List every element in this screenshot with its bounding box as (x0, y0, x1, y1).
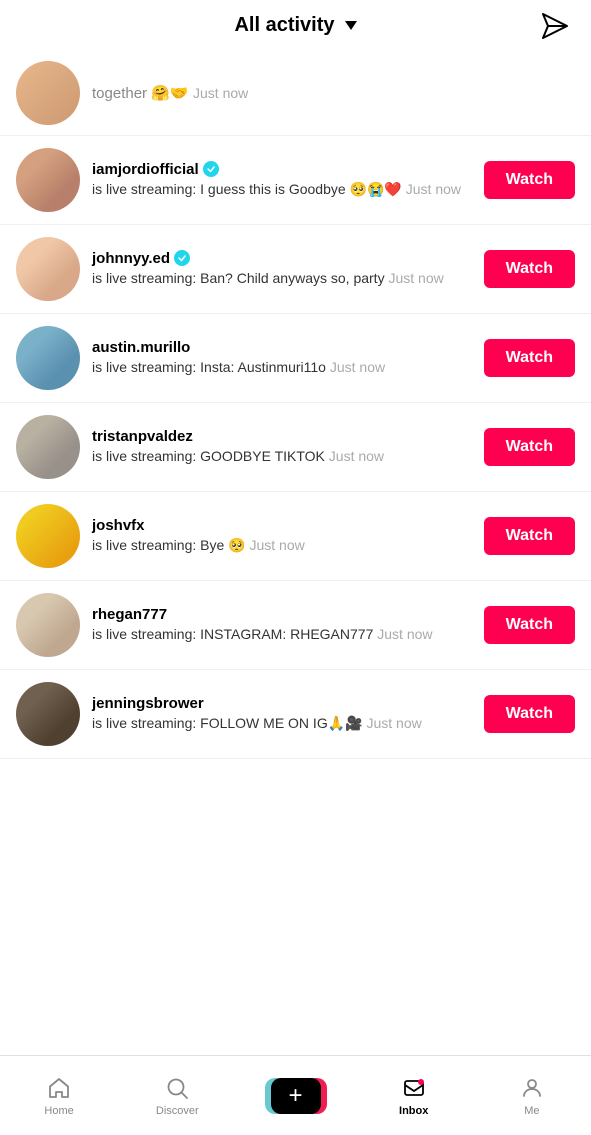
watch-button[interactable]: Watch (484, 695, 575, 733)
item-content: joshvfx is live streaming: Bye 🥺 Just no… (92, 517, 472, 556)
nav-discover-label: Discover (156, 1105, 199, 1117)
list-item: iamjordiofficial is live streaming: I gu… (0, 136, 591, 225)
timestamp: Just now (377, 626, 432, 642)
partial-timestamp: Just now (193, 85, 248, 101)
send-button[interactable] (539, 10, 571, 42)
nav-discover[interactable]: Discover (118, 1075, 236, 1117)
username: rhegan777 (92, 606, 472, 623)
header-title-text: All activity (234, 14, 334, 37)
plus-icon: + (288, 1084, 302, 1108)
plus-button-outer: + (271, 1078, 321, 1114)
item-content: iamjordiofficial is live streaming: I gu… (92, 161, 472, 200)
avatar (16, 415, 80, 479)
timestamp: Just now (329, 448, 384, 464)
header: All activity (0, 0, 591, 51)
list-item: rhegan777 is live streaming: INSTAGRAM: … (0, 581, 591, 670)
username: jenningsbrower (92, 695, 472, 712)
bottom-nav: Home Discover + Inbox (0, 1055, 591, 1135)
avatar (16, 326, 80, 390)
watch-button[interactable]: Watch (484, 428, 575, 466)
items-container: iamjordiofficial is live streaming: I gu… (0, 136, 591, 759)
timestamp: Just now (330, 359, 385, 375)
nav-home-label: Home (44, 1105, 73, 1117)
nav-me[interactable]: Me (473, 1075, 591, 1117)
avatar (16, 593, 80, 657)
item-description: is live streaming: INSTAGRAM: RHEGAN777 … (92, 625, 472, 645)
username: iamjordiofficial (92, 161, 472, 178)
item-content: johnnyy.ed is live streaming: Ban? Child… (92, 250, 472, 289)
avatar (16, 682, 80, 746)
username: tristanpvaldez (92, 428, 472, 445)
item-description: is live streaming: Ban? Child anyways so… (92, 269, 472, 289)
inbox-icon-wrapper (401, 1075, 427, 1101)
timestamp: Just now (388, 270, 443, 286)
item-content: jenningsbrower is live streaming: FOLLOW… (92, 695, 472, 734)
dropdown-arrow-icon[interactable] (345, 21, 357, 30)
header-title: All activity (234, 14, 356, 37)
home-icon (46, 1075, 72, 1101)
partial-text-content: together 🤗🤝 Just now (92, 84, 575, 103)
item-content: rhegan777 is live streaming: INSTAGRAM: … (92, 606, 472, 645)
verified-badge (203, 161, 219, 177)
me-icon (519, 1075, 545, 1101)
item-description: is live streaming: Bye 🥺 Just now (92, 536, 472, 556)
item-content: austin.murillo is live streaming: Insta:… (92, 339, 472, 378)
watch-button[interactable]: Watch (484, 250, 575, 288)
partial-main-text: together 🤗🤝 (92, 85, 189, 102)
watch-button[interactable]: Watch (484, 161, 575, 199)
item-description: is live streaming: FOLLOW ME ON IG🙏🎥 Jus… (92, 714, 472, 734)
nav-me-label: Me (524, 1105, 539, 1117)
avatar (16, 504, 80, 568)
activity-list: together 🤗🤝 Just now iamjordiofficial is… (0, 51, 591, 769)
avatar (16, 148, 80, 212)
timestamp: Just now (406, 181, 461, 197)
username: johnnyy.ed (92, 250, 472, 267)
list-item: jenningsbrower is live streaming: FOLLOW… (0, 670, 591, 759)
avatar (16, 237, 80, 301)
nav-home[interactable]: Home (0, 1075, 118, 1117)
username: joshvfx (92, 517, 472, 534)
item-content: tristanpvaldez is live streaming: GOODBY… (92, 428, 472, 467)
timestamp: Just now (366, 715, 421, 731)
list-item: joshvfx is live streaming: Bye 🥺 Just no… (0, 492, 591, 581)
item-description: is live streaming: GOODBYE TIKTOK Just n… (92, 447, 472, 467)
list-item: austin.murillo is live streaming: Insta:… (0, 314, 591, 403)
watch-button[interactable]: Watch (484, 517, 575, 555)
watch-button[interactable]: Watch (484, 339, 575, 377)
item-description: is live streaming: Insta: Austinmuri11o … (92, 358, 472, 378)
username: austin.murillo (92, 339, 472, 356)
watch-button[interactable]: Watch (484, 606, 575, 644)
discover-icon (164, 1075, 190, 1101)
timestamp: Just now (249, 537, 304, 553)
item-description: is live streaming: I guess this is Goodb… (92, 180, 472, 200)
list-item: tristanpvaldez is live streaming: GOODBY… (0, 403, 591, 492)
partial-avatar (16, 61, 80, 125)
nav-inbox-label: Inbox (399, 1105, 428, 1117)
partial-activity-item: together 🤗🤝 Just now (0, 51, 591, 136)
nav-plus[interactable]: + (236, 1078, 354, 1114)
nav-inbox[interactable]: Inbox (355, 1075, 473, 1117)
verified-badge (174, 250, 190, 266)
list-item: johnnyy.ed is live streaming: Ban? Child… (0, 225, 591, 314)
plus-button-inner: + (271, 1078, 321, 1114)
